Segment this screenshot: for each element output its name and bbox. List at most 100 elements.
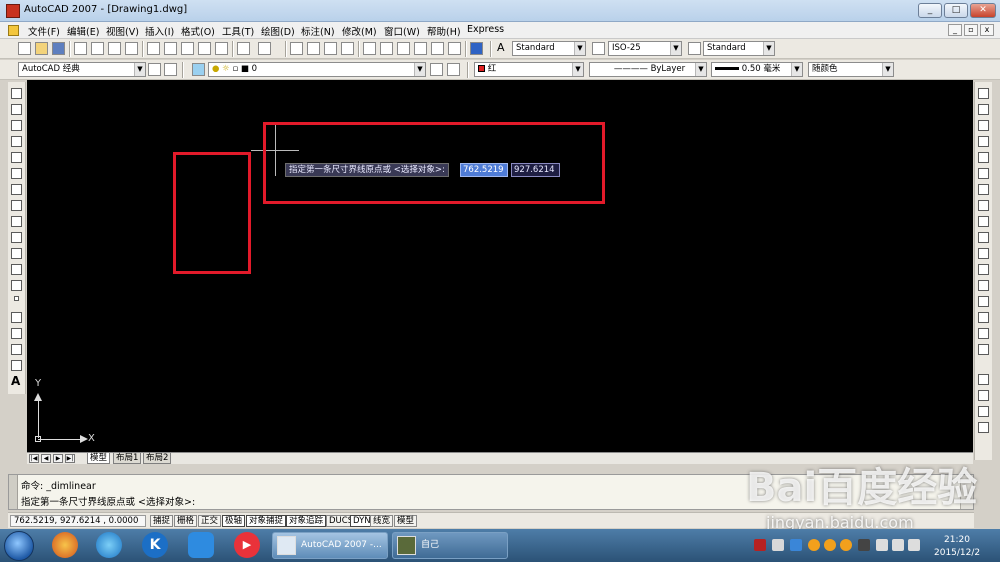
lineweight-toggle[interactable]: 线宽 xyxy=(370,515,394,527)
chamfer-icon[interactable] xyxy=(978,312,989,323)
video-player-icon[interactable]: ▶ xyxy=(234,532,260,558)
spline-icon[interactable] xyxy=(11,216,22,227)
polar-toggle[interactable]: 极轴 xyxy=(222,515,246,527)
layer-color-icon[interactable]: ■ xyxy=(241,64,249,74)
draw-order-front-icon[interactable] xyxy=(978,374,989,385)
close-button[interactable]: ✕ xyxy=(970,3,996,18)
hatch-icon[interactable] xyxy=(11,312,22,323)
volume-icon[interactable] xyxy=(908,539,920,551)
bring-above-icon[interactable] xyxy=(978,406,989,417)
ellipse-arc-icon[interactable] xyxy=(11,248,22,259)
next-tab-button[interactable]: ▶ xyxy=(53,454,63,463)
tab-model[interactable]: 模型 xyxy=(87,453,111,464)
chevron-down-icon[interactable]: ▼ xyxy=(695,63,706,76)
revision-cloud-icon[interactable] xyxy=(11,200,22,211)
plot-style-combo[interactable]: 随颜色 ▼ xyxy=(808,62,894,77)
color-combo[interactable]: 红 ▼ xyxy=(474,62,584,77)
markup-icon[interactable] xyxy=(431,42,444,55)
open-icon[interactable] xyxy=(35,42,48,55)
arc-icon[interactable] xyxy=(11,168,22,179)
copy-object-icon[interactable] xyxy=(978,104,989,115)
move-icon[interactable] xyxy=(978,168,989,179)
polyline-icon[interactable] xyxy=(11,120,22,131)
chevron-down-icon[interactable]: ▼ xyxy=(134,63,145,76)
pan-icon[interactable] xyxy=(290,42,303,55)
qq-icon[interactable] xyxy=(840,539,852,551)
circle-icon[interactable] xyxy=(11,184,22,195)
calculator-icon[interactable] xyxy=(448,42,461,55)
first-tab-button[interactable]: |◀ xyxy=(29,454,39,463)
lightbulb-icon[interactable]: ● xyxy=(212,64,219,74)
clock-time[interactable]: 21:20 xyxy=(944,535,970,545)
layer-combo[interactable]: ● ☼ ▫ ■ 0 ▼ xyxy=(208,62,426,77)
model-toggle[interactable]: 模型 xyxy=(394,515,418,527)
dynamic-input-y-field[interactable]: 927.6214 xyxy=(511,163,560,177)
region-icon[interactable] xyxy=(11,344,22,355)
maximize-button[interactable]: □ xyxy=(944,3,968,18)
menu-express[interactable]: Express xyxy=(467,24,504,35)
make-object-layer-current-icon[interactable] xyxy=(430,63,443,76)
lock-icon[interactable]: ▫ xyxy=(232,64,238,74)
mirror-icon[interactable] xyxy=(978,120,989,131)
zoom-window-icon[interactable] xyxy=(324,42,337,55)
table-style-combo[interactable]: Standard ▼ xyxy=(703,41,775,56)
construction-line-icon[interactable] xyxy=(11,104,22,115)
command-prompt[interactable]: 指定第一条尺寸界线原点或 <选择对象>: xyxy=(21,494,195,508)
menu-view[interactable]: 视图(V) xyxy=(106,24,139,38)
3d-dwf-icon[interactable] xyxy=(125,42,138,55)
command-window-handle[interactable] xyxy=(9,475,18,509)
help-icon[interactable] xyxy=(470,42,483,55)
ellipse-icon[interactable] xyxy=(11,232,22,243)
chevron-down-icon[interactable]: ▼ xyxy=(791,63,802,76)
text-style-icon[interactable]: A xyxy=(497,42,510,55)
dim-style-icon[interactable] xyxy=(592,42,605,55)
drawing-canvas[interactable]: 指定第一条尺寸界线原点或 <选择对象>: 762.5219 927.6214 Y… xyxy=(27,80,973,452)
properties-icon[interactable] xyxy=(363,42,376,55)
match-properties-icon[interactable] xyxy=(198,42,211,55)
menu-file[interactable]: 文件(F) xyxy=(28,24,60,38)
autocad-app-icon[interactable] xyxy=(6,4,20,18)
doc-minimize-button[interactable]: _ xyxy=(948,24,962,36)
polygon-icon[interactable] xyxy=(11,136,22,147)
table-icon[interactable] xyxy=(11,360,22,371)
tray-shield-icon[interactable] xyxy=(772,539,784,551)
otrack-toggle[interactable]: 对象追踪 xyxy=(286,515,327,527)
layer-manager-icon[interactable] xyxy=(192,63,205,76)
dim-style-combo[interactable]: ISO-25 ▼ xyxy=(608,41,682,56)
browser-icon[interactable] xyxy=(52,532,78,558)
workspace-combo[interactable]: AutoCAD 经典 ▼ xyxy=(18,62,146,77)
start-button[interactable] xyxy=(4,531,34,561)
array-icon[interactable] xyxy=(978,152,989,163)
break-icon[interactable] xyxy=(978,280,989,291)
new-icon[interactable] xyxy=(18,42,31,55)
menu-insert[interactable]: 插入(I) xyxy=(145,24,174,38)
print-icon[interactable] xyxy=(74,42,87,55)
menu-help[interactable]: 帮助(H) xyxy=(427,24,461,38)
scale-icon[interactable] xyxy=(978,200,989,211)
tray-app-icon[interactable] xyxy=(754,539,766,551)
save-icon[interactable] xyxy=(52,42,65,55)
chevron-down-icon[interactable]: ▼ xyxy=(574,42,585,55)
doc-close-button[interactable]: x xyxy=(980,24,994,36)
zoom-previous-icon[interactable] xyxy=(341,42,354,55)
stretch-icon[interactable] xyxy=(978,216,989,227)
osnap-toggle[interactable]: 对象捕捉 xyxy=(246,515,287,527)
paste-icon[interactable] xyxy=(181,42,194,55)
draw-order-back-icon[interactable] xyxy=(978,390,989,401)
make-block-icon[interactable] xyxy=(11,280,22,291)
dynamic-input-x-field[interactable]: 762.5219 xyxy=(460,163,508,177)
grid-toggle[interactable]: 栅格 xyxy=(174,515,198,527)
menu-window[interactable]: 窗口(W) xyxy=(384,24,420,38)
network-icon[interactable] xyxy=(96,532,122,558)
gradient-icon[interactable] xyxy=(11,328,22,339)
design-center-icon[interactable] xyxy=(380,42,393,55)
doc-restore-button[interactable]: ▫ xyxy=(964,24,978,36)
rectangle-icon[interactable] xyxy=(11,152,22,163)
offset-icon[interactable] xyxy=(978,136,989,147)
send-under-icon[interactable] xyxy=(978,422,989,433)
tab-layout1[interactable]: 布局1 xyxy=(113,453,142,464)
minimize-button[interactable]: _ xyxy=(918,3,942,18)
menu-format[interactable]: 格式(O) xyxy=(181,24,215,38)
break-at-point-icon[interactable] xyxy=(978,264,989,275)
copy-icon[interactable] xyxy=(164,42,177,55)
